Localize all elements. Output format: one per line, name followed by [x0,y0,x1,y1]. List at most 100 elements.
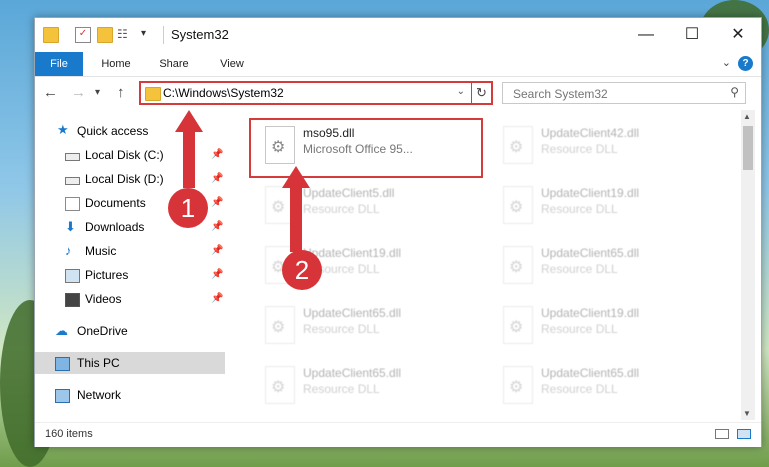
address-bar[interactable]: C:\Windows\System32 ⌄ [139,81,493,105]
dll-file-icon [503,366,533,404]
maximize-button[interactable]: ☐ [669,18,715,52]
file-description: Resource DLL [541,142,618,156]
nav-item-label: Network [77,388,122,402]
address-path[interactable]: C:\Windows\System32 [163,86,284,100]
annotation-step-1: 1 [168,188,208,228]
refresh-button[interactable]: ↻ [471,81,493,105]
properties-icon[interactable]: ✓ [75,27,91,43]
nav-item-local-disk-d[interactable]: Local Disk (D:) 📌 [35,168,225,190]
drive-icon [65,177,80,185]
nav-item-onedrive[interactable]: ☁ OneDrive [35,320,225,342]
dll-file-icon [503,246,533,284]
file-item[interactable]: UpdateClient65.dll Resource DLL [251,300,481,356]
pin-icon[interactable]: 📌 [211,192,223,214]
annotation-arrowhead-1 [175,110,203,132]
nav-item-label: Music [85,244,117,258]
recent-locations-icon[interactable]: ▾ [95,87,100,98]
nav-item-network[interactable]: Network [35,384,225,406]
scroll-up-icon[interactable]: ▲ [743,112,751,121]
up-arrow-icon[interactable]: ↑ [117,84,125,101]
file-name: UpdateClient5.dll [303,186,395,200]
tab-view[interactable]: View [207,52,257,76]
annotation-arrow-1 [183,130,195,188]
pin-icon[interactable]: 📌 [211,288,223,310]
pin-icon[interactable]: 📌 [211,264,223,286]
tab-share[interactable]: Share [149,52,199,76]
nav-item-videos[interactable]: Videos 📌 [35,288,225,310]
dll-file-icon [503,126,533,164]
drive-icon [65,153,80,161]
large-icons-view-icon[interactable] [737,429,751,439]
status-bar: 160 items [35,422,761,447]
file-description: Resource DLL [303,382,380,396]
nav-item-music[interactable]: ♪ Music 📌 [35,240,225,262]
nav-item-label: This PC [77,356,120,370]
annotation-arrowhead-2 [282,166,310,188]
dll-file-icon [265,126,295,164]
file-item[interactable]: UpdateClient42.dll Resource DLL [489,120,719,176]
annotation-arrow-2 [290,186,302,252]
window-title: System32 [171,27,229,42]
pin-icon[interactable]: 📌 [211,240,223,262]
music-icon: ♪ [65,243,72,258]
file-name: UpdateClient42.dll [541,126,640,140]
scrollbar-thumb[interactable] [743,126,753,170]
tab-home[interactable]: Home [91,52,141,76]
file-description: Resource DLL [303,322,380,336]
minimize-button[interactable]: — [623,18,669,52]
nav-item-label: Local Disk (C:) [85,148,164,162]
pin-icon[interactable]: 📌 [211,144,223,166]
annotation-step-2: 2 [282,250,322,290]
nav-item-pictures[interactable]: Pictures 📌 [35,264,225,286]
nav-item-this-pc[interactable]: This PC [35,352,225,374]
file-item[interactable]: UpdateClient65.dll Resource DLL [489,360,719,416]
dll-file-icon [503,186,533,224]
forward-arrow-icon[interactable]: → [71,84,86,101]
file-description: Resource DLL [541,382,618,396]
address-dropdown-icon[interactable]: ⌄ [457,86,465,97]
file-description: Resource DLL [541,322,618,336]
details-view-icon[interactable] [715,429,729,439]
nav-item-label: Local Disk (D:) [85,172,164,186]
pin-icon[interactable]: 📌 [211,168,223,190]
ribbon-tabs: File Home Share View ⌄ ? [35,52,761,77]
file-name: UpdateClient65.dll [303,306,402,320]
file-item[interactable]: UpdateClient19.dll Resource DLL [489,300,719,356]
close-button[interactable]: ✕ [715,18,761,52]
file-item[interactable]: UpdateClient19.dll Resource DLL [489,180,719,236]
search-icon[interactable]: ⚲ [730,85,739,99]
back-arrow-icon[interactable]: ← [43,84,58,101]
star-icon: ★ [57,122,69,137]
help-button[interactable]: ? [738,56,753,71]
navigation-pane: ★ Quick access Local Disk (C:) 📌 Local D… [35,110,225,416]
file-item[interactable]: UpdateClient65.dll Resource DLL [489,240,719,296]
file-description: Resource DLL [541,202,618,216]
explorer-window: ✓ ☷ ▾ System32 — ☐ ✕ File Home Share Vie… [34,17,762,447]
file-item[interactable]: UpdateClient5.dll Resource DLL [251,180,481,236]
expand-ribbon-icon[interactable]: ⌄ [722,56,731,69]
file-item[interactable]: UpdateClient65.dll Resource DLL [251,360,481,416]
folder-icon [145,87,161,101]
file-description: Microsoft Office 95... [303,142,413,156]
search-input[interactable] [511,86,715,102]
videos-icon [65,293,80,307]
file-name: mso95.dll [303,126,355,140]
item-count: 160 items [45,428,93,440]
title-separator [163,26,164,44]
nav-item-label: Documents [85,196,146,210]
scroll-down-icon[interactable]: ▼ [743,409,751,418]
tab-file[interactable]: File [35,52,83,76]
cloud-icon: ☁ [55,323,68,338]
dll-file-icon [265,306,295,344]
nav-item-label: OneDrive [77,324,128,338]
customize-toolbar-icon[interactable]: ☷ [117,27,131,41]
file-name: UpdateClient19.dll [541,306,640,320]
chevron-down-icon[interactable]: ▾ [141,27,155,41]
search-box[interactable]: ⚲ [502,82,746,104]
new-folder-icon[interactable] [97,27,113,43]
nav-item-local-disk-c[interactable]: Local Disk (C:) 📌 [35,144,225,166]
pictures-icon [65,269,80,283]
pin-icon[interactable]: 📌 [211,216,223,238]
network-icon [55,389,70,403]
vertical-scrollbar[interactable]: ▲ ▼ [741,110,755,420]
